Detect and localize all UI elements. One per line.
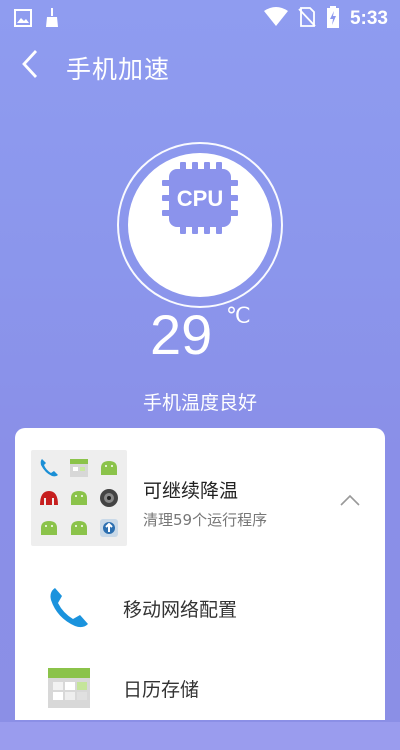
temperature-status: 手机温度良好 xyxy=(142,392,257,414)
page-title: 手机加速 xyxy=(66,55,171,84)
status-bar: 5:33 xyxy=(0,0,400,36)
cpu-chip-icon: CPU xyxy=(162,162,238,234)
no-sim-icon xyxy=(298,7,316,31)
temperature-unit: ℃ xyxy=(226,303,251,328)
wifi-icon xyxy=(263,7,288,31)
broom-icon xyxy=(44,8,60,32)
phone-icon xyxy=(45,584,93,632)
process-item[interactable]: 日历存储 xyxy=(31,658,371,718)
process-item-label: 移动网络配置 xyxy=(123,599,238,621)
process-item-label: 日历存储 xyxy=(123,679,200,701)
battery-charging-icon xyxy=(326,6,340,32)
process-card: 可继续降温 清理59个运行程序 移动网络配置 日历存储 xyxy=(15,428,385,720)
process-item[interactable]: 移动网络配置 xyxy=(31,578,371,638)
title-bar: 手机加速 xyxy=(0,44,400,90)
back-button[interactable] xyxy=(12,46,48,86)
process-group-header[interactable]: 可继续降温 清理59个运行程序 xyxy=(31,450,371,550)
calendar-icon xyxy=(45,664,93,712)
apps-grid-icon xyxy=(31,450,127,546)
chevron-left-icon xyxy=(20,49,40,83)
bottom-action-bar[interactable] xyxy=(0,722,400,750)
cpu-label: CPU xyxy=(177,186,223,211)
chevron-up-icon[interactable] xyxy=(339,490,361,512)
status-time: 5:33 xyxy=(349,8,388,29)
image-icon xyxy=(14,9,32,31)
group-subtitle: 清理59个运行程序 xyxy=(143,511,268,529)
group-title: 可继续降温 xyxy=(143,480,239,502)
